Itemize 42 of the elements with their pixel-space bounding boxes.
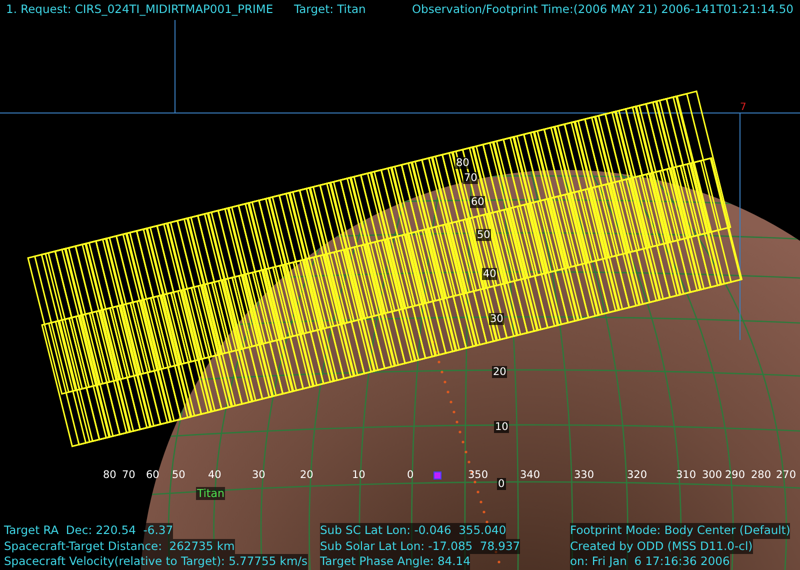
- info-text: Created by ODD (MSS D11.0-cl): [570, 538, 753, 554]
- longitude-label: 80: [103, 469, 116, 481]
- longitude-label: 20: [300, 469, 314, 481]
- latitude-label: 60: [470, 196, 486, 208]
- longitude-label: 350: [468, 469, 488, 481]
- longitude-label: 330: [574, 469, 594, 481]
- latitude-label: 80: [455, 157, 470, 169]
- latitude-label: 30: [489, 313, 504, 325]
- longitude-label: 320: [627, 469, 648, 481]
- info-text: Target RA Dec: 220.54 -6.37: [4, 523, 174, 538]
- info-text: Target Phase Angle: 84.14: [320, 554, 470, 570]
- target-name-label: Titan: [196, 487, 226, 500]
- subspacecraft-point: [434, 472, 442, 480]
- latitude-label: 20: [492, 366, 508, 378]
- target-label: Target: Titan: [294, 2, 366, 16]
- latitude-label: 40: [482, 268, 498, 280]
- longitude-label: 0: [407, 469, 414, 481]
- info-text: Spacecraft-Target Distance: 262735 km: [4, 538, 235, 554]
- longitude-label: 40: [208, 469, 222, 481]
- info-text: Sub Solar Lat Lon: -17.085 78.937: [320, 538, 520, 554]
- request-label: 1. Request: CIRS_024TI_MIDIRTMAP001_PRIME: [6, 2, 274, 16]
- latitude-label: 0: [497, 478, 506, 490]
- longitude-label: 10: [352, 469, 366, 481]
- longitude-label: 290: [725, 469, 746, 481]
- info-text: Sub SC Lat Lon: -0.046 355.040: [320, 523, 506, 538]
- longitude-label: 280: [751, 469, 772, 481]
- longitude-label: 340: [520, 469, 540, 481]
- info-text: on: Fri Jan 6 17:16:36 2006: [570, 554, 730, 570]
- longitude-label: 300: [702, 469, 722, 481]
- latitude-label: 50: [476, 229, 492, 241]
- longitude-label: 60: [146, 469, 160, 481]
- longitude-label: 50: [172, 469, 186, 481]
- longitude-label: 70: [122, 469, 136, 481]
- latitude-label: 70: [463, 172, 478, 184]
- longitude-label: 30: [252, 469, 266, 481]
- observation-time: Observation/Footprint Time:(2006 MAY 21) 2006-141T01:21:14.50: [412, 2, 794, 16]
- marker-label: 7: [740, 102, 746, 113]
- longitude-label: 310: [676, 469, 696, 481]
- latitude-label: 10: [494, 421, 510, 433]
- info-text: Footprint Mode: Body Center (Default): [570, 523, 790, 538]
- info-text: Spacecraft Velocity(relative to Target): 5.77755 km/s: [4, 554, 308, 570]
- longitude-label: 270: [776, 469, 796, 481]
